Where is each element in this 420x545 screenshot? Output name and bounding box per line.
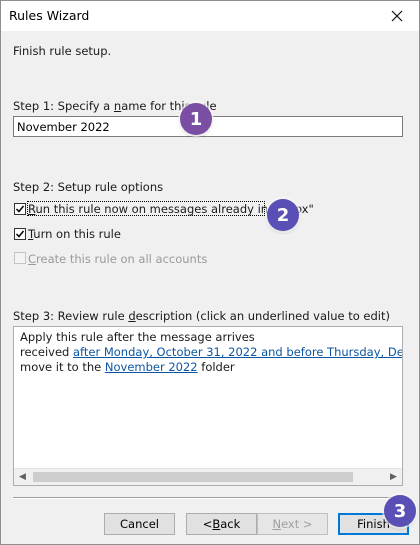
scroll-right-icon[interactable]: ▶ [385, 469, 402, 485]
close-button[interactable] [375, 1, 419, 31]
description-line-1: Apply this rule after the message arrive… [20, 330, 255, 344]
turn-on-rule-checkbox[interactable] [14, 228, 26, 240]
scroll-left-icon[interactable]: ◀ [14, 469, 31, 485]
cancel-button[interactable]: Cancel [104, 513, 175, 535]
step-badge-1: 1 [180, 103, 212, 135]
description-line-2: received after Monday, October 31, 2022 … [20, 345, 402, 360]
dialog-title: Rules Wizard [9, 8, 90, 23]
checkmark-icon [15, 205, 25, 213]
all-accounts-label: Create this rule on all accounts [28, 252, 208, 266]
date-range-link[interactable]: after Monday, October 31, 2022 and befor… [73, 345, 402, 359]
next-button[interactable]: Next > [257, 513, 328, 535]
scroll-thumb[interactable] [33, 472, 353, 482]
close-icon [391, 10, 403, 22]
step-badge-3: 3 [384, 495, 416, 527]
rule-description-box: Apply this rule after the message arrive… [13, 326, 403, 486]
folder-link[interactable]: November 2022 [105, 360, 198, 374]
all-accounts-checkbox[interactable] [14, 252, 26, 264]
rule-description-text: Apply this rule after the message arrive… [20, 330, 402, 375]
description-line-3: move it to the November 2022 folder [20, 360, 235, 374]
rules-wizard-dialog: Rules Wizard Finish rule setup. Step 1: … [0, 0, 420, 545]
title-bar: Rules Wizard [1, 1, 419, 31]
checkmark-icon [15, 230, 25, 238]
run-now-checkbox[interactable] [14, 203, 26, 215]
step2-label: Step 2: Setup rule options [13, 180, 164, 194]
step-badge-2: 2 [267, 199, 299, 231]
step3-label: Step 3: Review rule description (click a… [13, 309, 390, 323]
header-text: Finish rule setup. [13, 44, 112, 58]
horizontal-scrollbar[interactable]: ◀ ▶ [14, 468, 402, 485]
back-button[interactable]: < Back [186, 513, 257, 535]
turn-on-rule-label[interactable]: Turn on this rule [28, 227, 121, 241]
separator [13, 497, 407, 499]
